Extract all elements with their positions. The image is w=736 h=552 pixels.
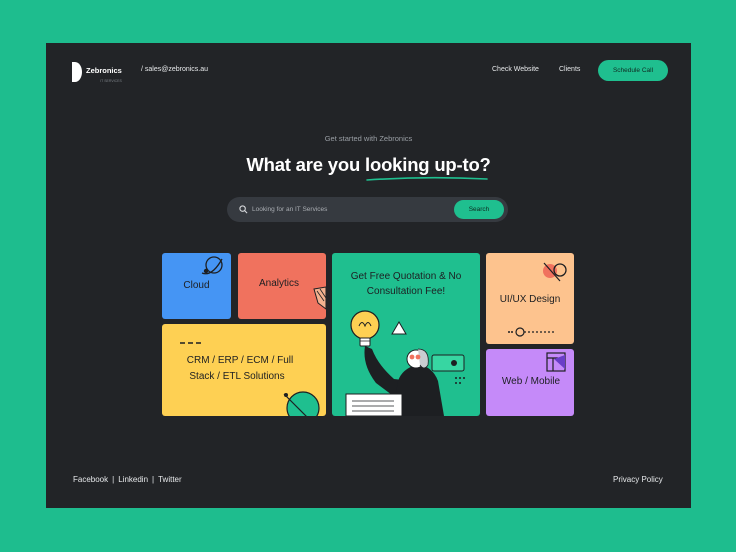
search-input[interactable] xyxy=(252,206,442,213)
privacy-policy-link[interactable]: Privacy Policy xyxy=(613,475,663,484)
schedule-call-button[interactable]: Schedule Call xyxy=(598,60,668,81)
logo-icon xyxy=(72,61,82,82)
person-with-lightbulb-illustration xyxy=(345,310,465,416)
search-icon xyxy=(239,205,248,214)
twitter-link[interactable]: Twitter xyxy=(158,475,182,484)
tile-web-label: Web / Mobile xyxy=(501,376,561,387)
linkedin-link[interactable]: Linkedin xyxy=(118,475,148,484)
footer-separator: | xyxy=(112,475,115,484)
tile-free-quotation[interactable]: Get Free Quotation & No Consultation Fee… xyxy=(332,253,480,416)
search-bar: Search xyxy=(227,197,508,222)
tile-web-mobile[interactable]: Web / Mobile xyxy=(486,349,574,416)
brand-logo[interactable]: Zebronics IT SERVICES xyxy=(72,60,122,83)
tile-analytics[interactable]: Analytics xyxy=(238,253,326,319)
footer-separator: | xyxy=(152,475,155,484)
tile-cloud-label: Cloud xyxy=(183,280,210,291)
tile-uiux-label: UI/UX Design xyxy=(499,294,561,305)
tile-crm-solutions[interactable]: CRM / ERP / ECM / Full Stack / ETL Solut… xyxy=(162,324,326,416)
landing-panel: Zebronics IT SERVICES / sales@zebronics.… xyxy=(46,43,691,508)
nav-clients[interactable]: Clients xyxy=(559,66,580,73)
brand-name: Zebronics xyxy=(86,66,122,75)
tile-analytics-label: Analytics xyxy=(258,278,299,289)
tile-cloud[interactable]: Cloud xyxy=(162,253,231,319)
nav-check-website[interactable]: Check Website xyxy=(492,66,539,73)
brand-subtitle: IT SERVICES xyxy=(100,79,122,83)
tile-crm-label-line2: Stack / ETL Solutions xyxy=(189,371,285,382)
tile-crm-label-line1: CRM / ERP / ECM / Full xyxy=(186,355,294,366)
tile-uiux-design[interactable]: UI/UX Design xyxy=(486,253,574,344)
page-title: What are you looking up-to? xyxy=(246,154,491,175)
facebook-link[interactable]: Facebook xyxy=(73,475,108,484)
social-links: Facebook | Linkedin | Twitter xyxy=(73,475,182,484)
search-button[interactable]: Search xyxy=(454,200,504,219)
contact-email[interactable]: / sales@zebronics.au xyxy=(141,66,208,73)
headline-underline xyxy=(366,176,488,181)
hero-kicker: Get started with Zebronics xyxy=(324,134,413,143)
